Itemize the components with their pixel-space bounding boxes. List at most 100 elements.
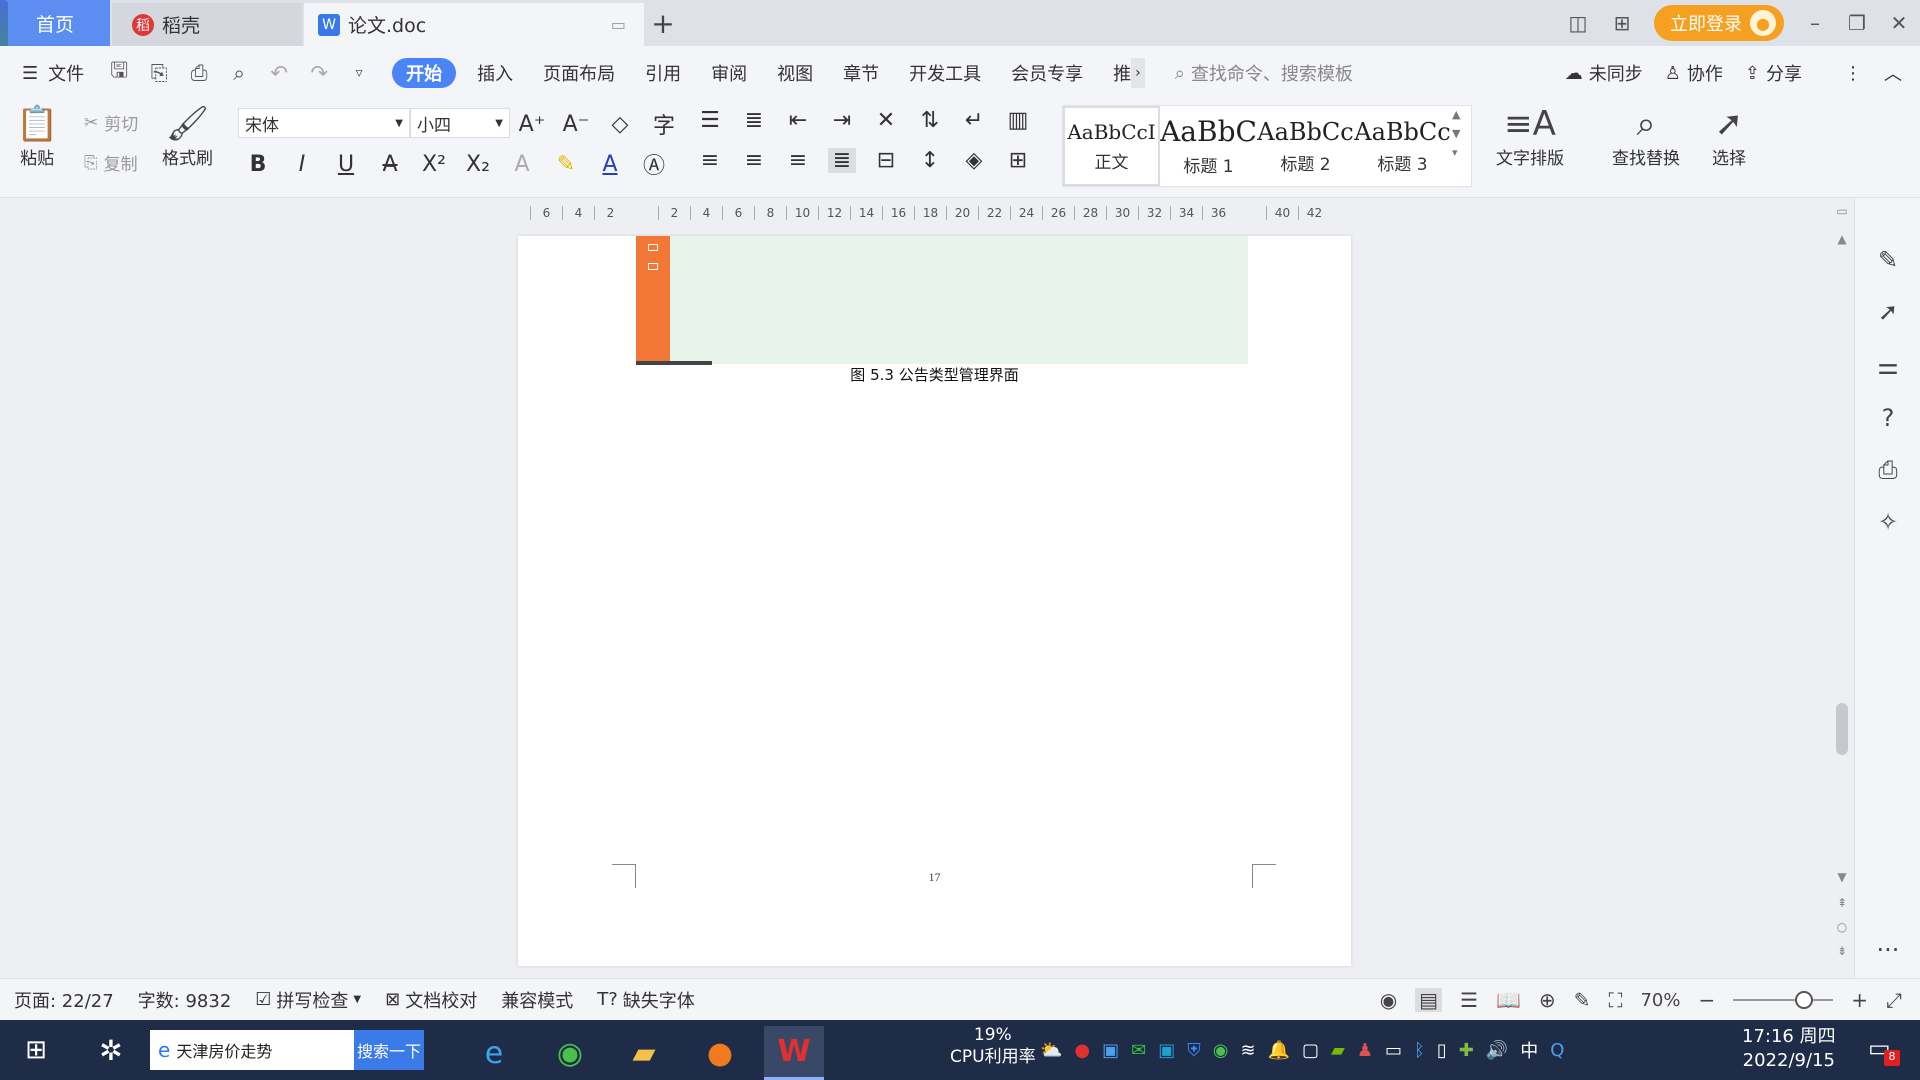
strikethrough-icon[interactable]: A — [376, 152, 404, 177]
weather-icon[interactable]: ⛅ — [1040, 1040, 1062, 1061]
prev-page-icon[interactable]: ⇞ — [1832, 896, 1852, 910]
expand-styles-icon[interactable]: ▾ — [1452, 146, 1460, 159]
web-view-icon[interactable]: ⊕ — [1539, 988, 1556, 1012]
windows-start-icon[interactable]: ⊞ — [14, 1020, 58, 1080]
login-button[interactable]: 立即登录 ● — [1654, 5, 1784, 41]
new-tab-button[interactable]: + — [646, 6, 680, 40]
superscript-icon[interactable]: X² — [420, 152, 448, 177]
help-icon[interactable]: ? — [1855, 404, 1920, 432]
align-right-icon[interactable]: ≡ — [784, 148, 812, 173]
tray-app-green-icon[interactable]: ◉ — [1213, 1040, 1229, 1061]
usb-icon[interactable]: ▯ — [1437, 1040, 1447, 1061]
horizontal-ruler[interactable]: 6 4 2 2 4 6 8 10 12 14 16 18 20 22 24 26 28 30 32 34 36 40 42 — [0, 198, 1832, 228]
missing-font-button[interactable]: T? 缺失字体 — [597, 987, 695, 1013]
tray-app-red-icon[interactable]: ● — [1074, 1040, 1090, 1061]
chevron-up-icon[interactable]: ▲ — [1452, 108, 1460, 121]
paste-button[interactable]: 📋 粘贴 — [16, 104, 58, 169]
tab-document[interactable]: W 论文.doc ▭ — [304, 3, 644, 46]
zoom-slider-knob[interactable] — [1795, 991, 1814, 1009]
more-icon[interactable]: ··· — [1855, 936, 1920, 964]
wps-app-icon[interactable]: W — [764, 1026, 824, 1080]
line-spacing-icon[interactable]: ↕ — [916, 148, 944, 173]
fit-page-icon[interactable]: ⛶ — [1608, 988, 1622, 1012]
collaborate-button[interactable]: ♙ 协作 — [1665, 60, 1723, 86]
text-layout-button[interactable]: ≡A 文字排版 — [1496, 104, 1564, 169]
screen-icon[interactable]: ▢ — [1302, 1040, 1319, 1061]
select-browse-icon[interactable]: ○ — [1832, 920, 1852, 934]
backup-icon[interactable]: ⎙ — [1855, 456, 1920, 484]
word-count[interactable]: 字数: 9832 — [138, 987, 232, 1013]
export-icon[interactable]: ⎘ — [146, 61, 172, 86]
align-center-icon[interactable]: ≡ — [740, 148, 768, 173]
font-name-select[interactable]: 宋体 ▼ — [238, 108, 410, 138]
tab-home[interactable]: 首页 — [0, 0, 110, 94]
tab-review[interactable]: 审阅 — [696, 58, 762, 88]
cpu-usage[interactable]: 19% CPU利用率 — [950, 1024, 1036, 1068]
tab-recommend[interactable]: 推 — [1098, 58, 1131, 88]
fullscreen-icon[interactable]: ⤢ — [1886, 988, 1902, 1012]
save-icon[interactable]: 🖫 — [106, 56, 132, 91]
undo-icon[interactable]: ↶ — [266, 61, 292, 85]
copy-button[interactable]: ⎘ 复制 — [84, 150, 138, 176]
shield-icon[interactable]: ⛨ — [1187, 1040, 1201, 1061]
print-preview-icon[interactable]: ⌕ — [226, 61, 252, 86]
sync-button[interactable]: ☁ 未同步 — [1565, 60, 1643, 86]
ie-browser-icon[interactable]: e — [464, 1026, 524, 1080]
page-indicator[interactable]: 页面: 22/27 — [14, 987, 114, 1013]
scroll-up-icon[interactable]: ▲ — [1832, 232, 1852, 246]
collapse-ribbon-icon[interactable]: ︿ — [1884, 60, 1902, 86]
assistant-icon[interactable]: ✧ — [1855, 508, 1920, 536]
font-size-select[interactable]: 小四 ▼ — [410, 108, 510, 138]
tray-app-teal-icon[interactable]: ▣ — [1158, 1040, 1175, 1061]
tab-page-layout[interactable]: 页面布局 — [528, 58, 630, 88]
next-page-icon[interactable]: ⇟ — [1832, 944, 1852, 958]
borders-icon[interactable]: ⊞ — [1004, 148, 1032, 173]
media-app-icon[interactable]: ● — [690, 1026, 750, 1080]
highlight-icon[interactable]: ✎ — [552, 152, 580, 177]
close-button[interactable]: ✕ — [1878, 11, 1920, 35]
style-heading-2[interactable]: AaBbCc 标题 2 — [1257, 106, 1354, 186]
tray-app-blue-icon[interactable]: ▣ — [1102, 1040, 1119, 1061]
scroll-down-icon[interactable]: ▼ — [1832, 870, 1852, 884]
find-replace-button[interactable]: ⌕ 查找替换 — [1612, 104, 1680, 169]
select-button[interactable]: ➚ 选择 — [1712, 104, 1746, 169]
style-heading-1[interactable]: AaBbC 标题 1 — [1160, 106, 1257, 186]
person-icon[interactable]: ♟ — [1357, 1040, 1373, 1061]
volume-icon[interactable]: 🔊 — [1486, 1040, 1508, 1061]
tray-plus-icon[interactable]: ✚ — [1459, 1040, 1474, 1061]
wechat-icon[interactable]: ✉ — [1131, 1040, 1146, 1061]
ime-indicator[interactable]: 中 — [1520, 1037, 1538, 1063]
battery-icon[interactable]: ▭ — [1385, 1040, 1402, 1061]
tab-view[interactable]: 视图 — [762, 58, 828, 88]
underline-icon[interactable]: U — [332, 152, 360, 177]
distributed-icon[interactable]: ⊟ — [872, 148, 900, 173]
assistant-app-icon[interactable]: ✲ — [88, 1020, 134, 1080]
file-menu-button[interactable]: ☰ 文件 — [22, 60, 84, 86]
browser-360-icon[interactable]: ◉ — [540, 1026, 600, 1080]
page-view-icon[interactable]: ▤ — [1415, 988, 1443, 1012]
more-tabs-button[interactable]: › — [1131, 58, 1145, 88]
tab-member[interactable]: 会员专享 — [996, 58, 1098, 88]
system-clock[interactable]: 17:16 周四 2022/9/15 — [1742, 1025, 1836, 1073]
minimize-button[interactable]: – — [1794, 11, 1836, 35]
chinese-layout-icon[interactable]: ✕ — [872, 108, 900, 133]
chevron-down-icon[interactable]: ▼ — [1452, 127, 1460, 140]
reading-view-icon[interactable]: 📖 — [1496, 988, 1521, 1012]
bold-icon[interactable]: B — [244, 152, 272, 177]
sort-icon[interactable]: ⇅ — [916, 108, 944, 133]
zoom-out-button[interactable]: − — [1698, 988, 1715, 1012]
increase-indent-icon[interactable]: ⇥ — [828, 108, 856, 133]
split-view-icon[interactable]: ◫ — [1556, 11, 1600, 35]
zoom-in-button[interactable]: + — [1851, 988, 1868, 1012]
zoom-level[interactable]: 70% — [1640, 990, 1680, 1011]
notification-icon[interactable]: ▭ 8 — [1868, 1034, 1900, 1066]
nvidia-icon[interactable]: ▰ — [1331, 1040, 1345, 1061]
clear-format-icon[interactable]: ◇ — [606, 112, 634, 137]
spell-check-button[interactable]: ☑ 拼写检查 ▼ — [255, 987, 361, 1013]
zoom-slider[interactable] — [1733, 991, 1834, 1009]
numbered-list-icon[interactable]: ≣ — [740, 108, 768, 133]
scroll-top-icon[interactable]: ▭ — [1832, 204, 1852, 218]
cut-button[interactable]: ✂ 剪切 — [84, 110, 138, 136]
style-normal[interactable]: AaBbCcI 正文 — [1063, 106, 1160, 186]
pointer-icon[interactable]: ➚ — [1855, 298, 1920, 326]
